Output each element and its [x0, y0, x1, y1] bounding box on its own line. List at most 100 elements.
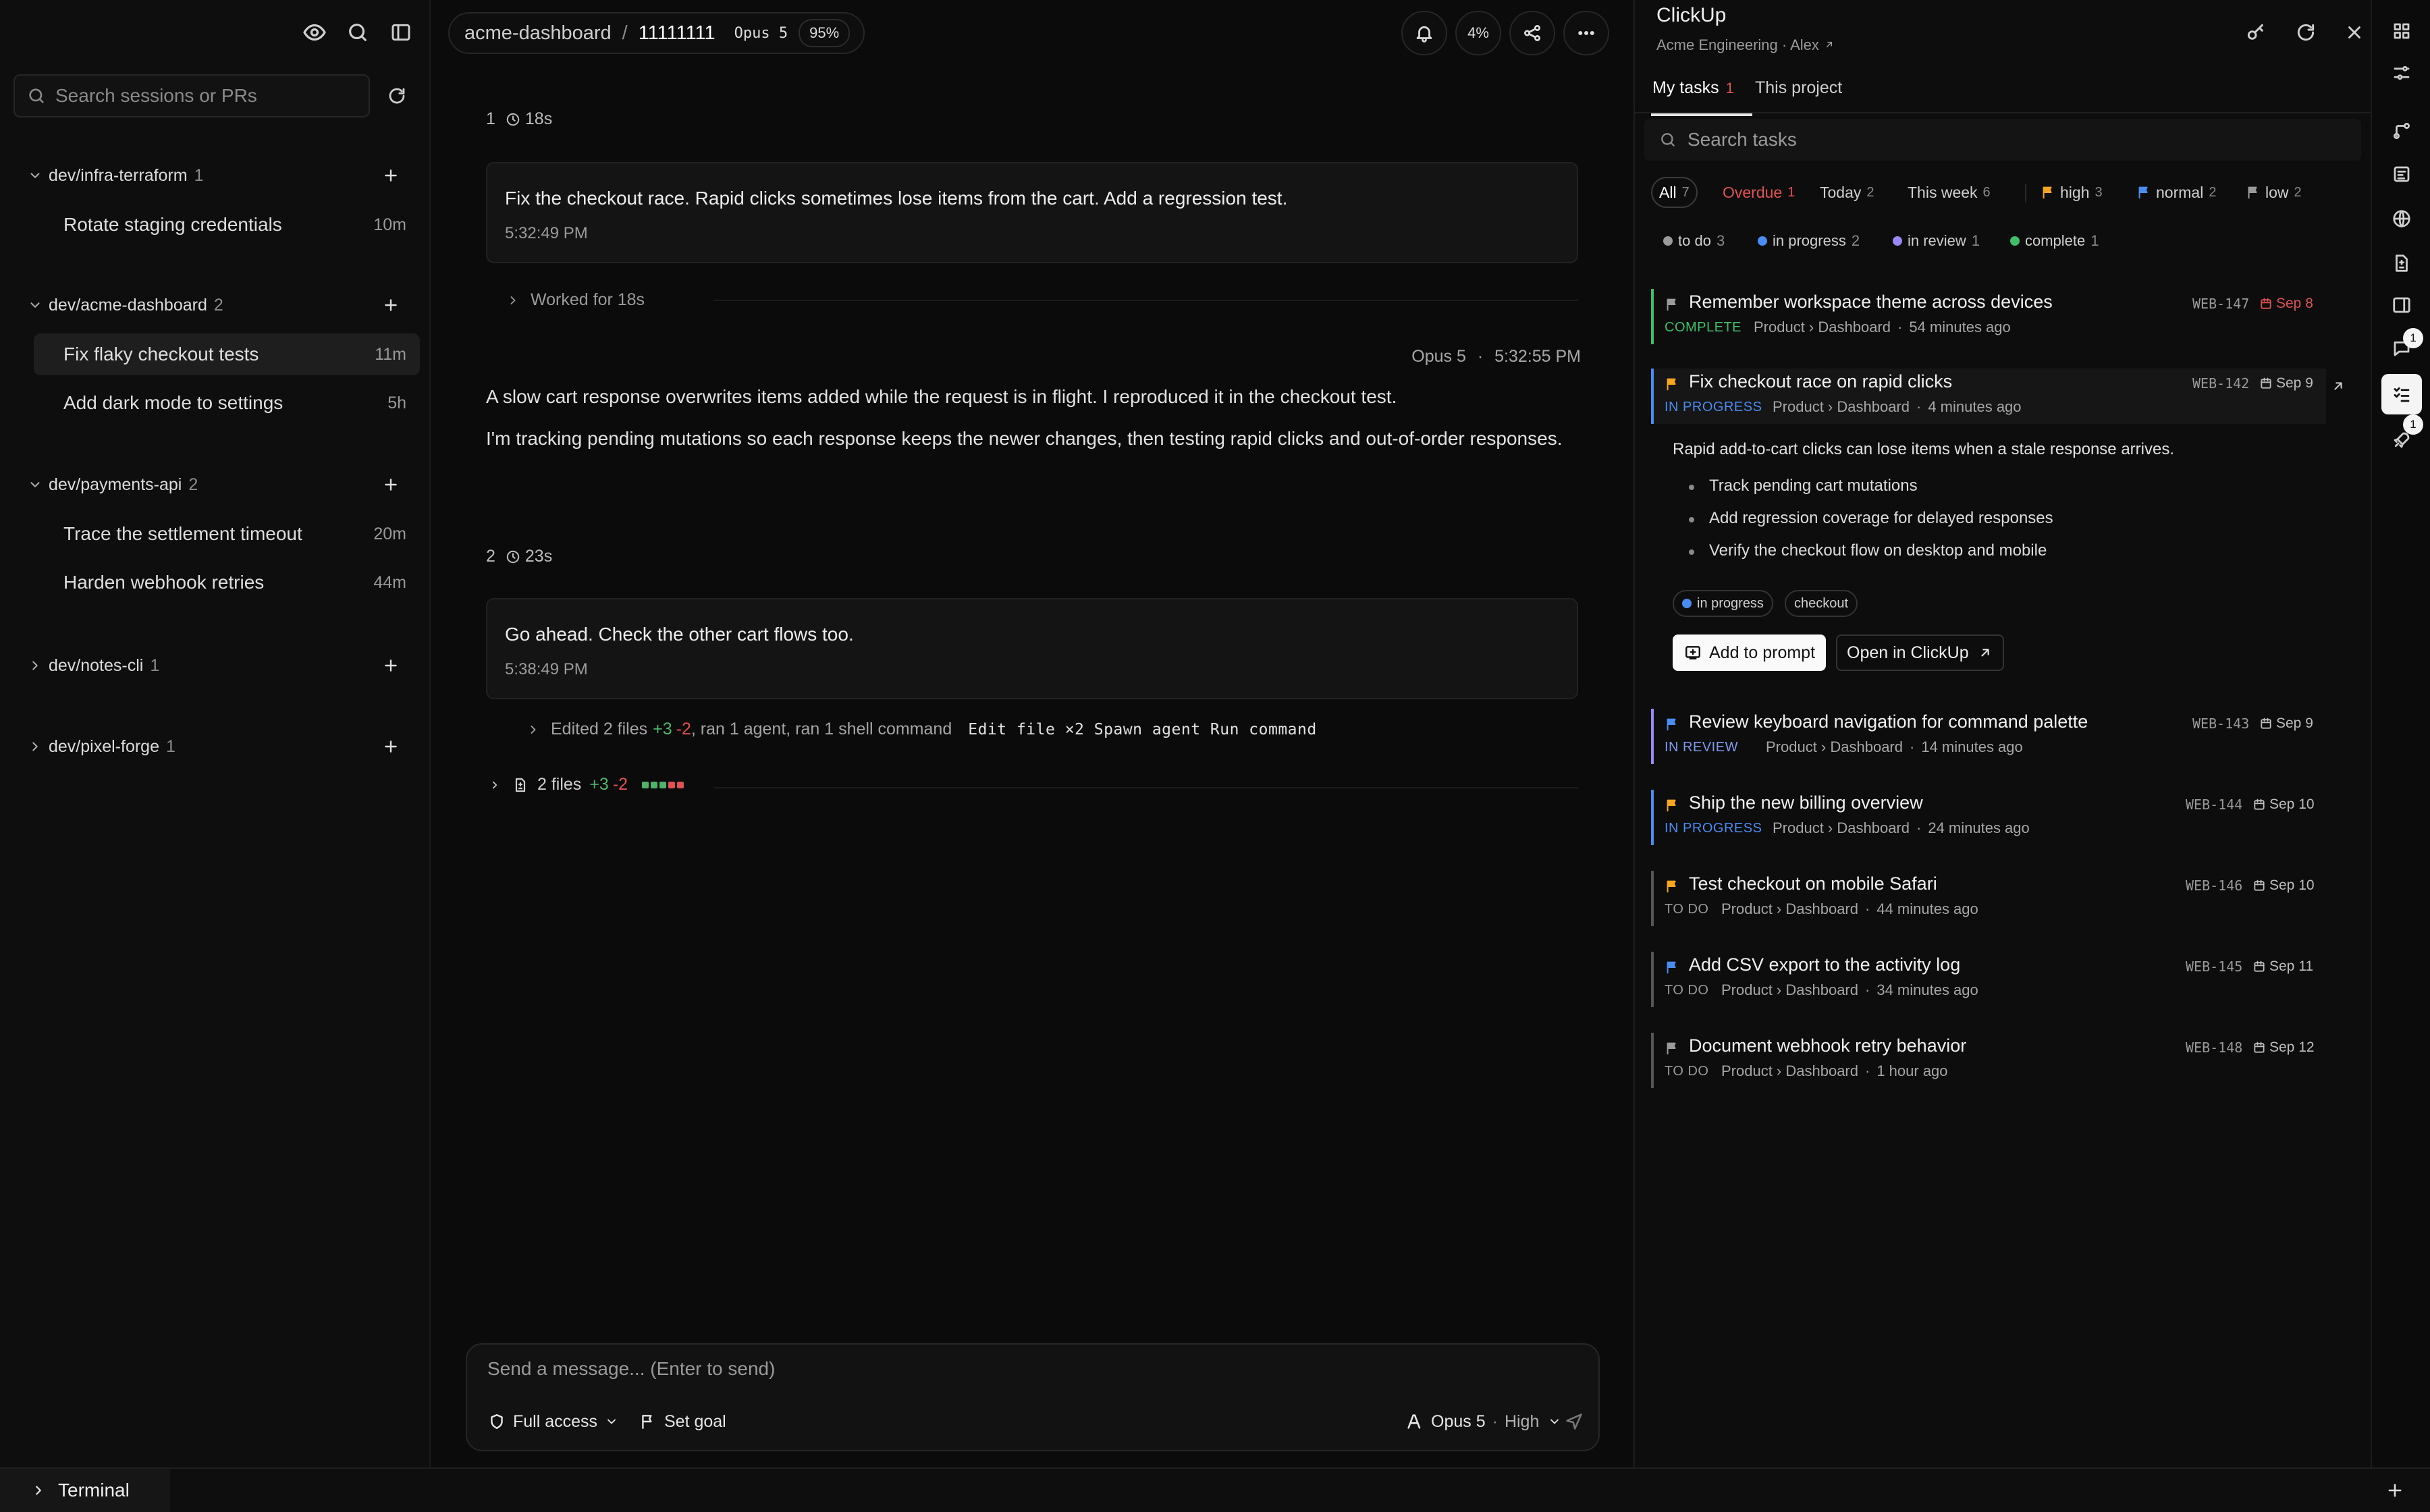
session-item[interactable]: Harden webhook retries 44m [34, 562, 420, 603]
repo-group-notes-cli[interactable]: dev/notes-cli 1 [0, 647, 431, 684]
repo-group-infra-terraform[interactable]: dev/infra-terraform 1 [0, 157, 431, 194]
eye-icon[interactable] [301, 19, 328, 46]
repo-group-payments-api[interactable]: dev/payments-api 2 [0, 466, 431, 504]
open-task-arrow-icon[interactable] [2329, 377, 2348, 396]
task-title: Remember workspace theme across devices [1689, 292, 2053, 312]
status-count: 1 [2090, 232, 2099, 249]
plus-icon[interactable] [2383, 1478, 2407, 1503]
tab-this-project[interactable]: This project [1755, 78, 1842, 98]
task-meta: Product › Dashboard · 4 minutes ago [1773, 398, 2022, 416]
search-icon[interactable] [344, 19, 371, 46]
activity-summary[interactable]: Edited 2 files +3 -2 , ran 1 agent, ran … [525, 720, 1317, 739]
breadcrumb-repo[interactable]: acme-dashboard [464, 22, 612, 45]
task-search-input[interactable] [1688, 129, 2336, 151]
refresh-icon[interactable] [2292, 19, 2319, 46]
file-diff-icon[interactable] [2390, 251, 2414, 275]
filter-priority-low[interactable]: low 2 [2238, 177, 2308, 208]
task-row[interactable]: Ship the new billing overview IN PROGRES… [1651, 790, 2326, 845]
access-mode-button[interactable]: Full access [487, 1407, 619, 1436]
status-count: 2 [1851, 232, 1860, 249]
flag-icon [1663, 1040, 1681, 1057]
plus-icon[interactable] [379, 735, 402, 758]
status-filter-in-progress[interactable]: in progress 2 [1758, 232, 1860, 250]
plus-icon[interactable] [379, 294, 402, 317]
tab-count: 1 [1725, 80, 1734, 97]
session-title: Add dark mode to settings [63, 392, 284, 413]
filter-overdue[interactable]: Overdue 1 [1716, 177, 1802, 208]
add-to-prompt-button[interactable]: Add to prompt [1673, 634, 1827, 671]
task-row[interactable]: Document webhook retry behavior TO DO Pr… [1651, 1033, 2326, 1088]
task-row[interactable]: Remember workspace theme across devices … [1651, 289, 2326, 344]
status-filter-complete[interactable]: complete 1 [2010, 232, 2099, 250]
sidebar-toggle-icon[interactable] [387, 19, 414, 46]
filter-this-week[interactable]: This week 6 [1901, 177, 1997, 208]
calendar-icon [2259, 716, 2273, 731]
message-input[interactable] [487, 1358, 1567, 1389]
set-goal-button[interactable]: Set goal [639, 1407, 726, 1436]
filter-label: normal [2156, 183, 2204, 201]
meta-separator: · [1897, 319, 1903, 335]
turn-duration: 18s [524, 109, 553, 128]
task-meta: Product › Dashboard · 24 minutes ago [1773, 819, 2030, 837]
session-title: Trace the settlement timeout [63, 523, 302, 544]
open-in-clickup-button[interactable]: Open in ClickUp [1836, 634, 2004, 671]
workspace-link[interactable]: Acme Engineering · Alex [1656, 36, 1835, 54]
meta-separator: · [1916, 819, 1922, 836]
close-icon[interactable] [2341, 19, 2368, 46]
session-search-input[interactable] [55, 85, 352, 107]
terminal-toggle[interactable]: Terminal [0, 1469, 170, 1512]
repo-group-pixel-forge[interactable]: dev/pixel-forge 1 [0, 728, 431, 765]
status-filter-in-review[interactable]: in review 1 [1893, 232, 1980, 250]
plus-icon[interactable] [379, 473, 402, 496]
refresh-icon[interactable] [385, 84, 409, 108]
git-branch-icon[interactable] [2390, 119, 2414, 143]
user-message-time: 5:32:49 PM [505, 224, 588, 242]
meta-separator: · [1916, 398, 1922, 415]
pull-request-icon[interactable] [2390, 162, 2414, 186]
task-due-date: Sep 9 [2259, 375, 2313, 392]
status-filter-to-do[interactable]: to do 3 [1663, 232, 1725, 250]
task-row-selected[interactable]: Fix checkout race on rapid clicks IN PRO… [1651, 369, 2326, 424]
task-row[interactable]: Review keyboard navigation for command p… [1651, 709, 2326, 764]
meta-separator: · [1865, 900, 1870, 917]
files-count: 2 files [537, 775, 582, 794]
globe-icon[interactable] [2390, 207, 2414, 231]
breadcrumb-session[interactable]: 11111111 [639, 22, 716, 45]
due-date-label: Sep 8 [2276, 296, 2313, 311]
session-item-active[interactable]: Fix flaky checkout tests 11m [34, 333, 420, 375]
repo-group-acme-dashboard[interactable]: dev/acme-dashboard 2 [0, 286, 431, 324]
checklist-icon[interactable] [2390, 382, 2414, 406]
session-search[interactable] [14, 74, 370, 117]
model-selector[interactable]: Opus 5 · High [1405, 1407, 1569, 1436]
task-row[interactable]: Test checkout on mobile Safari TO DO Pro… [1651, 871, 2326, 926]
key-icon[interactable] [2242, 19, 2269, 46]
session-item[interactable]: Rotate staging credentials 10m [34, 204, 420, 246]
more-button[interactable] [1563, 11, 1609, 55]
task-tag: checkout [1785, 590, 1858, 617]
panel-right-icon[interactable] [2390, 293, 2414, 317]
session-item[interactable]: Trace the settlement timeout 20m [34, 513, 420, 555]
worked-toggle[interactable]: Worked for 18s [505, 290, 645, 310]
task-status: COMPLETE [1665, 320, 1742, 335]
calendar-icon [2252, 878, 2267, 893]
grid-icon[interactable] [2390, 19, 2414, 43]
filter-priority-high[interactable]: high 3 [2033, 177, 2109, 208]
plus-icon[interactable] [379, 654, 402, 677]
filter-today[interactable]: Today 2 [1813, 177, 1881, 208]
task-row[interactable]: Add CSV export to the activity log TO DO… [1651, 952, 2326, 1007]
notifications-button[interactable] [1401, 11, 1447, 55]
send-icon[interactable] [1561, 1408, 1588, 1435]
plus-icon[interactable] [379, 164, 402, 187]
active-tab-indicator [1651, 113, 1752, 116]
filter-all[interactable]: All 7 [1651, 177, 1698, 208]
share-button[interactable] [1509, 11, 1555, 55]
session-item[interactable]: Add dark mode to settings 5h [34, 382, 420, 424]
task-search[interactable] [1644, 119, 2361, 161]
usage-button[interactable]: 4% [1455, 11, 1501, 55]
filter-priority-normal[interactable]: normal 2 [2129, 177, 2223, 208]
tab-my-tasks[interactable]: My tasks 1 [1652, 78, 1734, 98]
message-composer: Full access Set goal Opus 5 · High [466, 1343, 1600, 1451]
sliders-icon[interactable] [2390, 61, 2414, 85]
divider [714, 787, 1578, 788]
files-changed-toggle[interactable]: 2 files +3 -2 [487, 775, 684, 794]
